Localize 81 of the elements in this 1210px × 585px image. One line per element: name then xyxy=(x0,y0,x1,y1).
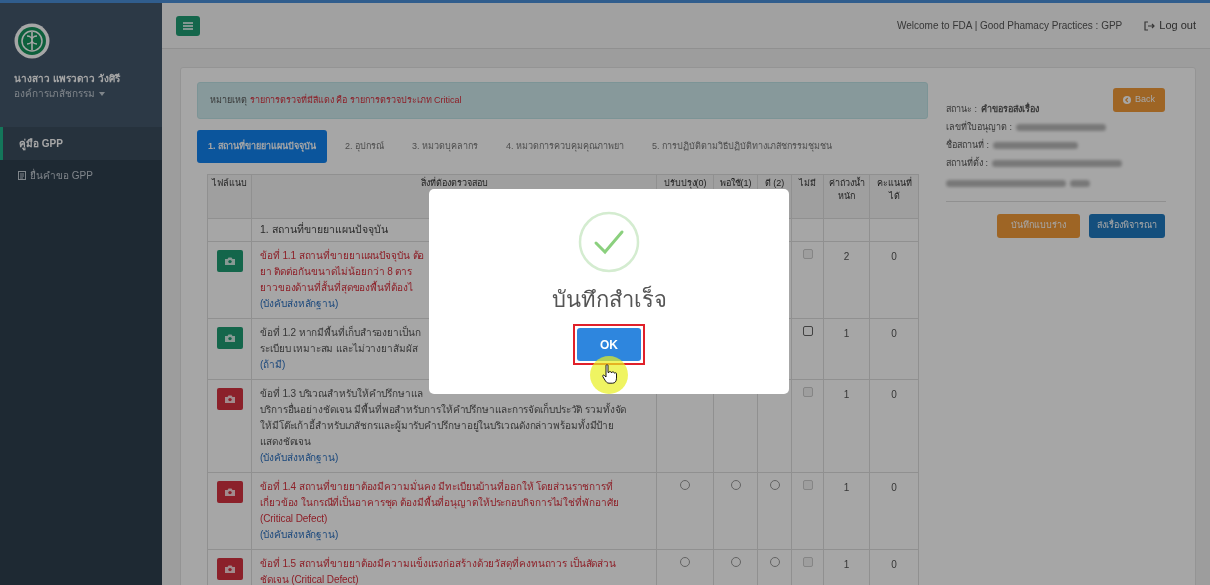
tab[interactable]: 1. สถานที่ขายยาแผนปัจจุบัน xyxy=(197,130,327,163)
radio-button[interactable] xyxy=(680,556,690,567)
camera-icon xyxy=(225,394,235,403)
field-label: สถานที่ตั้ง : xyxy=(946,156,988,170)
check-icon xyxy=(578,211,640,273)
column-header: ไฟล์แนบ xyxy=(207,174,252,219)
blurred-text xyxy=(1070,180,1090,187)
evidence-note: (ถ้ามี) xyxy=(260,357,286,372)
field-label: สถานะ : xyxy=(946,103,977,116)
score-value: 0 xyxy=(891,250,897,262)
item-text: ข้อที่ 1.5 สถานที่ขายยาต้องมีความแข็งแรงก่อสร้างด้วยวัสดุที่คงทนถาวร เป็นสัดส่วน xyxy=(260,555,617,572)
score-value: 0 xyxy=(891,481,897,493)
logout-link[interactable]: Log out xyxy=(1144,17,1196,34)
save-draft-button[interactable]: บันทึกแบบร่าง xyxy=(997,214,1080,238)
submit-button[interactable]: ส่งเรื่องพิจารณา xyxy=(1089,214,1165,238)
weight-value: 1 xyxy=(843,481,850,493)
field-label: ชื่อสถานที่ : xyxy=(946,138,989,152)
item-text: บริการอื่นอย่างชัดเจน มีพื้นที่พอสำหรับการให้คำปรึกษาและการจัดเก็บประวัติ รวมทั้งจัด xyxy=(260,401,627,417)
camera-icon xyxy=(225,564,235,573)
radio-button[interactable] xyxy=(730,479,741,490)
camera-button[interactable] xyxy=(217,387,243,410)
menu-icon xyxy=(183,21,193,30)
camera-button[interactable] xyxy=(217,480,243,503)
dialog-title: บันทึกสำเร็จ xyxy=(551,284,667,314)
evidence-note: (บังคับส่งหลักฐาน) xyxy=(260,527,339,543)
weight-value: 1 xyxy=(843,558,850,570)
weight-value: 2 xyxy=(843,250,850,262)
field-label: เลขที่ใบอนุญาต : xyxy=(946,120,1012,134)
camera-button[interactable] xyxy=(217,557,243,580)
radio-button[interactable] xyxy=(769,479,780,490)
item-text: ชัดเจน (Critical Defect) xyxy=(260,572,359,585)
item-text: ข้อที่ 1.4 สถานที่ขายยาต้องมีความมั่นคง มีทะเบียนบ้านที่ออกให้ โดยส่วนราชการที่ xyxy=(260,478,613,494)
evidence-note: (บังคับส่งหลักฐาน) xyxy=(260,450,339,466)
hand-cursor-icon xyxy=(602,364,617,384)
weight-value: 1 xyxy=(843,327,850,339)
radio-button[interactable] xyxy=(680,479,690,490)
item-text: ข้อที่ 1.3 บริเวณสำหรับให้คำปรึกษาแล xyxy=(260,385,423,401)
user-name: นางสาว แพรวดาว วังศิรี xyxy=(14,72,121,86)
tab[interactable]: 3. หมวดบุคลากร xyxy=(402,130,489,163)
item-text: ข้อที่ 1.2 หากมีพื้นที่เก็บสำรองยาเป็นก xyxy=(260,324,421,340)
ok-button[interactable]: OK xyxy=(577,328,641,361)
item-text: ยา ติดต่อกันขนาดไม่น้อยกว่า 8 ตาร xyxy=(260,264,413,279)
logout-icon xyxy=(1144,20,1156,31)
item-text: แสดงชัดเจน xyxy=(260,434,312,449)
camera-button[interactable] xyxy=(217,326,243,349)
menu-button[interactable] xyxy=(176,15,200,36)
field-value: คำขอรอส่งเรื่อง xyxy=(981,102,1039,116)
item-text: ข้อที่ 1.1 สถานที่ขายยาแผนปัจจุบัน ต้อ xyxy=(260,247,425,264)
score-value: 0 xyxy=(891,388,897,400)
checkbox[interactable] xyxy=(802,325,813,336)
tab[interactable]: 4. หมวดการควบคุมคุณภาพยา xyxy=(496,130,635,163)
radio-button[interactable] xyxy=(730,556,741,567)
emblem-icon xyxy=(14,23,50,59)
note-text: หมายเหตุ รายการตรวจที่มีสีแดง คือ รายการตรวจประเภท Critical xyxy=(210,93,462,108)
item-text: ยาวของด้านที่สั้นที่สุดของพื้นที่ต้องไ xyxy=(260,279,413,296)
tab[interactable]: 5. การปฏิบัติตามวิธีปฏิบัติทางเภสัชกรรมชุมชน xyxy=(642,130,843,163)
tab[interactable]: 2. อุปกรณ์ xyxy=(335,130,395,163)
radio-button[interactable] xyxy=(769,556,780,567)
camera-icon xyxy=(225,487,235,496)
evidence-note: (บังคับส่งหลักฐาน) xyxy=(260,296,339,312)
item-text: (Critical Defect) xyxy=(260,511,328,526)
column-header: ไม่มี xyxy=(791,174,824,219)
section-title: 1. สถานที่ขายยาแผนปัจจุบัน xyxy=(260,223,388,235)
back-button[interactable]: Back xyxy=(1113,88,1165,112)
sidebar-item[interactable]: คู่มือ GPP xyxy=(0,127,162,160)
camera-icon xyxy=(225,333,235,342)
score-value: 0 xyxy=(891,558,897,570)
camera-button[interactable] xyxy=(217,249,243,272)
back-icon xyxy=(1123,96,1131,104)
organization-text: องค์การเภสัชกรรม xyxy=(14,87,95,101)
item-text: ระเบียบ เหมาะสม และไม่วางยาสัมผัส xyxy=(260,341,418,356)
item-text: ให้มีโต๊ะเก้าอี้สำหรับเภสัชกรและผู้มารับคำปรึกษาอยู่ในบริเวณดังกล่าวพร้อมทั้งมีป้าย xyxy=(260,417,615,434)
item-text: เกี่ยวข้อง ในกรณีที่เป็นอาคารชุด ต้องมีพื้นที่อนุญาตให้ประกอบกิจการไม่ใช่ที่พักอาศัย xyxy=(260,494,619,511)
sidebar-item[interactable]: ยื่นคำขอ GPP xyxy=(0,160,162,190)
caret-icon xyxy=(99,91,105,96)
welcome-text: Welcome to FDA | Good Phamacy Practices : GPP xyxy=(897,19,1123,33)
camera-icon xyxy=(225,256,235,265)
weight-value: 1 xyxy=(843,388,850,400)
column-header: คะแนนที่ได้ xyxy=(869,174,919,219)
column-header: ค่าถ่วงน้ำหนัก xyxy=(823,174,870,219)
score-value: 0 xyxy=(891,327,897,339)
